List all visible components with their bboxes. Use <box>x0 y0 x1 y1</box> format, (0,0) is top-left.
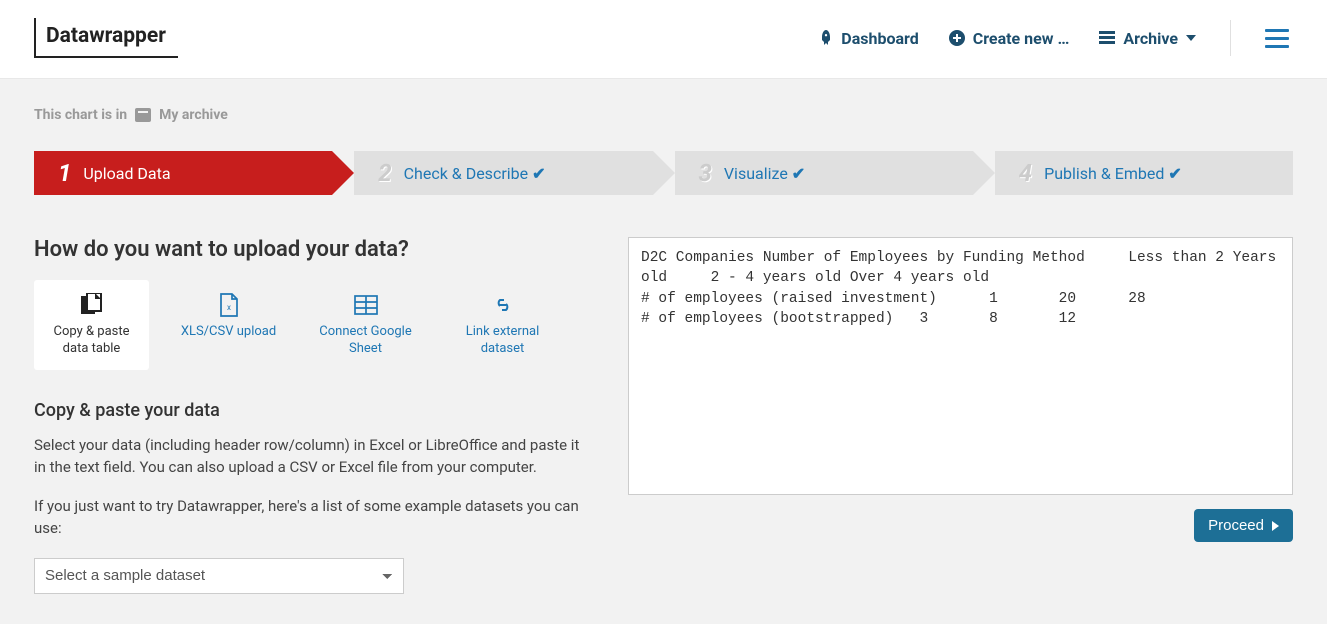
nav-create-new[interactable]: Create new … <box>949 29 1070 48</box>
rocket-icon <box>819 30 833 46</box>
grid-icon <box>314 292 417 318</box>
chevron-right-icon <box>1272 521 1279 531</box>
option-copy-paste[interactable]: Copy & paste data table <box>34 280 149 370</box>
top-nav: Dashboard Create new … Archive <box>819 20 1293 56</box>
svg-text:x: x <box>227 303 231 312</box>
hamburger-menu[interactable] <box>1261 25 1293 52</box>
step-number: 1 <box>58 159 71 187</box>
sample-dataset-select[interactable]: Select a sample dataset <box>34 558 404 594</box>
step-number: 3 <box>699 159 712 187</box>
plus-circle-icon <box>949 30 965 46</box>
breadcrumb-folder[interactable]: My archive <box>159 107 228 123</box>
wizard-steps: 1 Upload Data 2 Check & Describe ✔ 3 Vis… <box>34 151 1293 195</box>
nav-archive[interactable]: Archive <box>1099 29 1196 48</box>
breadcrumb-prefix: This chart is in <box>34 107 127 123</box>
nav-separator <box>1230 20 1231 56</box>
step-number: 2 <box>378 159 391 187</box>
chevron-down-icon <box>1186 35 1196 41</box>
nav-dashboard-label: Dashboard <box>841 29 918 48</box>
left-column: How do you want to upload your data? Cop… <box>34 237 594 594</box>
step-label-text: Publish & Embed <box>1044 164 1164 183</box>
option-label: XLS/CSV upload <box>177 324 280 341</box>
step-label: Check & Describe ✔ <box>404 164 546 183</box>
copy-paste-icon <box>40 292 143 318</box>
option-link-external[interactable]: Link external dataset <box>445 280 560 370</box>
step-publish-embed[interactable]: 4 Publish & Embed ✔ <box>995 151 1293 195</box>
step-label: Visualize ✔ <box>724 164 805 183</box>
step-check-describe[interactable]: 2 Check & Describe ✔ <box>354 151 652 195</box>
app-header: Datawrapper Dashboard Create new … Archi… <box>0 0 1327 78</box>
content-row: How do you want to upload your data? Cop… <box>34 237 1293 594</box>
proceed-label: Proceed <box>1208 517 1264 534</box>
upload-title: How do you want to upload your data? <box>34 237 594 262</box>
nav-archive-label: Archive <box>1123 29 1178 48</box>
folder-icon <box>135 108 151 122</box>
option-label: Copy & paste data table <box>40 324 143 358</box>
check-icon: ✔ <box>1168 164 1181 183</box>
step-label-text: Check & Describe <box>404 164 528 183</box>
option-label: Link external dataset <box>451 324 554 358</box>
step-label: Publish & Embed ✔ <box>1044 164 1182 183</box>
proceed-button[interactable]: Proceed <box>1194 509 1293 542</box>
logo[interactable]: Datawrapper <box>34 18 178 58</box>
copy-paste-subtitle: Copy & paste your data <box>34 400 594 421</box>
copy-paste-description: Select your data (including header row/c… <box>34 435 594 479</box>
option-label: Connect Google Sheet <box>314 324 417 358</box>
archive-list-icon <box>1099 31 1115 45</box>
link-icon <box>451 292 554 318</box>
check-icon: ✔ <box>532 164 545 183</box>
step-label-text: Visualize <box>724 164 788 183</box>
step-label: Upload Data <box>83 164 170 183</box>
step-upload-data[interactable]: 1 Upload Data <box>34 151 332 195</box>
step-number: 4 <box>1019 159 1032 187</box>
nav-create-label: Create new … <box>973 29 1070 48</box>
option-google-sheet[interactable]: Connect Google Sheet <box>308 280 423 370</box>
option-xls-csv[interactable]: x XLS/CSV upload <box>171 280 286 370</box>
upload-options: Copy & paste data table x XLS/CSV upload… <box>34 280 594 370</box>
main-area: This chart is in My archive 1 Upload Dat… <box>0 78 1327 624</box>
nav-dashboard[interactable]: Dashboard <box>819 29 918 48</box>
check-icon: ✔ <box>792 164 805 183</box>
example-datasets-hint: If you just want to try Datawrapper, her… <box>34 496 594 540</box>
file-icon: x <box>177 292 280 318</box>
step-visualize[interactable]: 3 Visualize ✔ <box>675 151 973 195</box>
data-textarea[interactable] <box>628 237 1293 495</box>
breadcrumb: This chart is in My archive <box>34 107 1293 123</box>
right-column: Proceed <box>628 237 1293 594</box>
